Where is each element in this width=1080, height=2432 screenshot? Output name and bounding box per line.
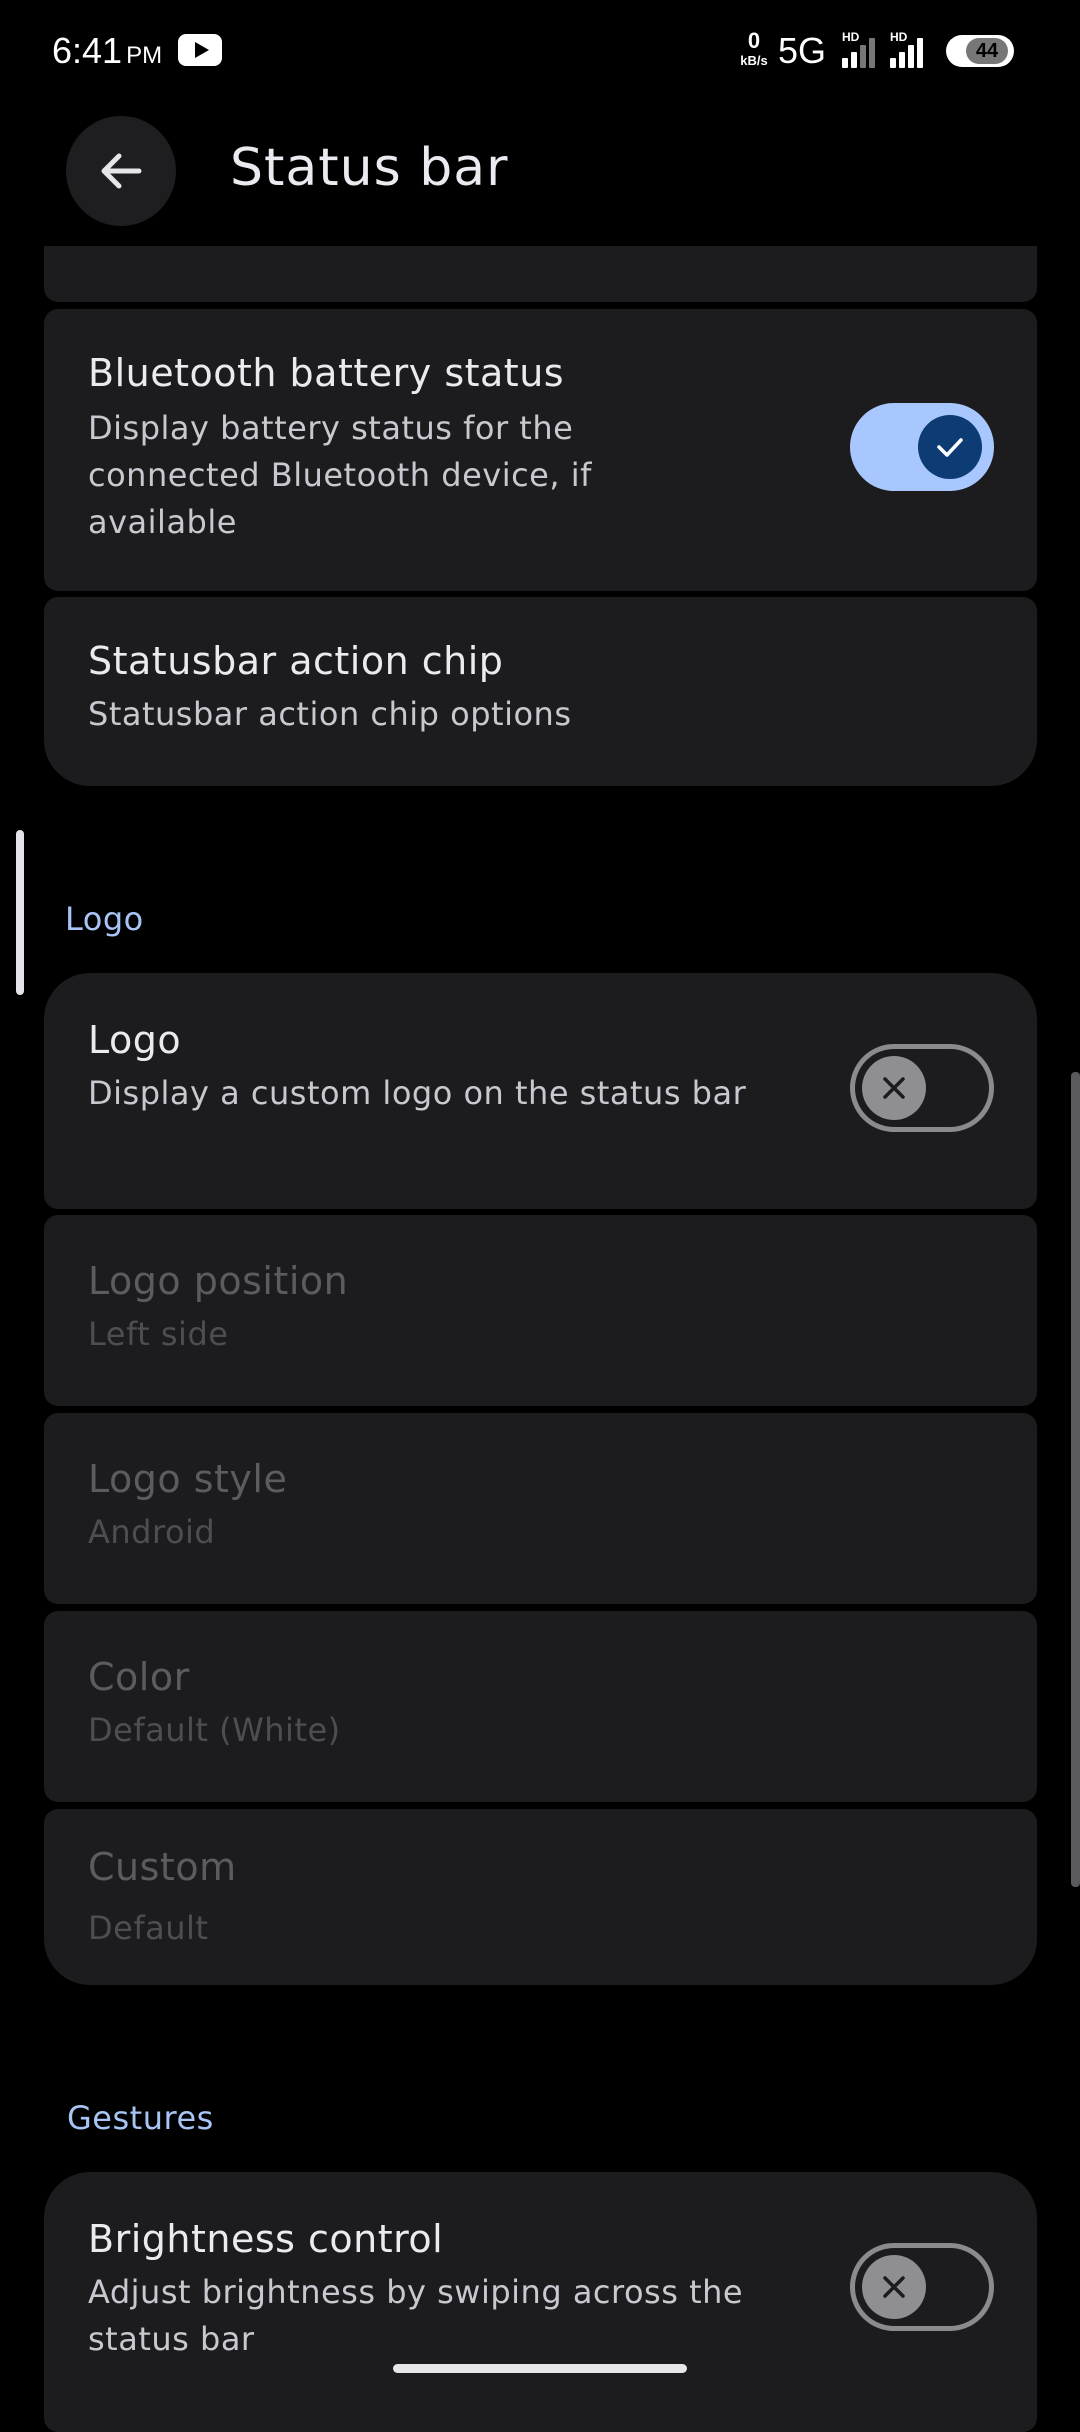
- item-subtitle: Adjust brightness by swiping across the …: [88, 2273, 744, 2358]
- bluetooth-battery-status-item[interactable]: Bluetooth battery status Display battery…: [44, 309, 1037, 591]
- item-title: Bluetooth battery status: [88, 351, 565, 395]
- check-icon: [937, 438, 963, 457]
- statusbar-action-chip-item[interactable]: Statusbar action chip Statusbar action c…: [44, 597, 1037, 786]
- logo-item[interactable]: Logo Display a custom logo on the status…: [44, 973, 1037, 1209]
- item-title: Logo: [88, 1018, 182, 1062]
- network-type: 5G: [778, 30, 827, 71]
- close-icon: [883, 1077, 905, 1099]
- toggle-knob: [862, 1056, 926, 1120]
- item-subtitle: Default (White): [88, 1711, 341, 1749]
- close-icon: [883, 2276, 905, 2298]
- youtube-notification-icon: [178, 34, 222, 66]
- back-button[interactable]: [66, 116, 176, 226]
- signal-sim1-icon: HD: [842, 30, 884, 68]
- page-title: Status bar: [230, 138, 509, 198]
- toggle-knob: [862, 2255, 926, 2319]
- logo-toggle[interactable]: [850, 1044, 994, 1132]
- item-subtitle: Left side: [88, 1315, 229, 1353]
- clock-ampm: PM: [126, 42, 163, 69]
- section-header-logo: Logo: [65, 900, 144, 938]
- item-title: Statusbar action chip: [88, 639, 504, 683]
- section-header-gestures: Gestures: [67, 2099, 214, 2137]
- item-subtitle: Android: [88, 1513, 216, 1551]
- item-title: Color: [88, 1655, 190, 1699]
- logo-style-item[interactable]: Logo style Android: [44, 1413, 1037, 1604]
- item-title: Logo style: [88, 1457, 288, 1501]
- arrow-left-icon: [101, 153, 142, 189]
- item-subtitle: Default: [88, 1909, 209, 1947]
- network-speed: 0 kB/s: [734, 28, 774, 68]
- system-status-bar: 6:41 PM 0 kB/s 5G HD HD 44: [0, 0, 1080, 100]
- bluetooth-battery-toggle[interactable]: [850, 403, 994, 491]
- clock-time: 6:41: [52, 30, 123, 71]
- signal-sim2-icon: HD: [890, 30, 932, 68]
- network-speed-unit: kB/s: [740, 53, 768, 68]
- hd-label: HD: [890, 30, 908, 44]
- item-title: Custom: [88, 1845, 237, 1889]
- item-subtitle: Display battery status for the connected…: [88, 409, 592, 541]
- item-subtitle: Statusbar action chip options: [88, 695, 572, 733]
- brightness-control-item[interactable]: Brightness control Adjust brightness by …: [44, 2172, 1037, 2432]
- hd-label: HD: [842, 30, 860, 44]
- item-title: Logo position: [88, 1259, 349, 1303]
- toggle-knob: [918, 415, 982, 479]
- item-subtitle: Display a custom logo on the status bar: [88, 1074, 747, 1112]
- logo-position-item[interactable]: Logo position Left side: [44, 1215, 1037, 1406]
- clock: 6:41 PM: [52, 30, 162, 72]
- logo-color-item[interactable]: Color Default (White): [44, 1611, 1037, 1802]
- logo-custom-item[interactable]: Custom Default: [44, 1809, 1037, 1985]
- list-item-partial[interactable]: [44, 246, 1037, 302]
- scrollbar[interactable]: [1071, 1072, 1080, 1887]
- item-title: Brightness control: [88, 2217, 444, 2261]
- home-indicator[interactable]: [393, 2364, 687, 2373]
- app-header: Status bar: [0, 100, 1080, 246]
- fast-scroll-thumb[interactable]: [16, 830, 24, 995]
- network-speed-value: 0: [747, 28, 761, 53]
- brightness-control-toggle[interactable]: [850, 2243, 994, 2331]
- battery-level: 44: [966, 38, 1008, 64]
- battery-icon: 44: [946, 35, 1014, 67]
